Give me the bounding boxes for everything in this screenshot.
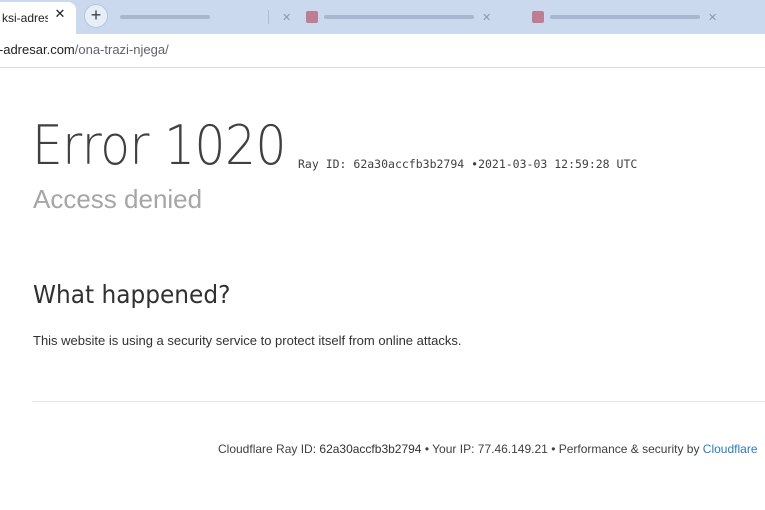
close-icon[interactable]: ✕ bbox=[482, 11, 491, 24]
footer: Cloudflare Ray ID: 62a30accfb3b2794 • Yo… bbox=[218, 442, 758, 456]
browser-window: ksi-adres ✕ + ✕ ✕ ✕ i-adresar.com/ona-tr… bbox=[0, 0, 765, 510]
bullet-separator: • bbox=[551, 442, 556, 456]
access-denied-subtitle: Access denied bbox=[33, 184, 203, 214]
background-tab-title-blurred bbox=[324, 15, 474, 19]
footer-ip: 77.46.149.21 bbox=[477, 442, 548, 456]
background-tab[interactable]: ✕ bbox=[306, 4, 491, 30]
close-icon[interactable]: ✕ bbox=[708, 11, 717, 24]
background-tab[interactable]: ✕ bbox=[532, 4, 717, 30]
background-tab-title-blurred bbox=[550, 15, 700, 19]
section-heading: What happened? bbox=[33, 280, 231, 309]
footer-ip-label: Your IP: bbox=[432, 442, 475, 456]
tab-title: ksi-adres bbox=[2, 11, 48, 25]
footer-ray-id: 62a30accfb3b2794 bbox=[319, 442, 422, 456]
favicon-icon bbox=[306, 11, 318, 23]
timestamp: 2021-03-03 12:59:28 UTC bbox=[478, 157, 638, 171]
footer-performance-label: Performance & security by bbox=[558, 442, 700, 456]
url-text[interactable]: i-adresar.com/ona-trazi-njega/ bbox=[0, 42, 169, 57]
error-code-heading: Error 1020 bbox=[32, 114, 286, 177]
address-bar[interactable]: i-adresar.com/ona-trazi-njega/ bbox=[0, 34, 765, 68]
close-icon[interactable]: ✕ bbox=[52, 6, 68, 22]
tab-separator bbox=[268, 10, 269, 24]
background-tab[interactable]: ✕ bbox=[274, 4, 291, 30]
bullet-separator: • bbox=[424, 442, 430, 456]
url-path: /ona-trazi-njega/ bbox=[74, 42, 169, 57]
ray-id-value: 62a30accfb3b2794 bbox=[353, 157, 465, 171]
tab-strip: ksi-adres ✕ + ✕ ✕ ✕ bbox=[0, 0, 765, 34]
page-content: Error 1020 Ray ID: 62a30accfb3b2794 •202… bbox=[0, 68, 765, 510]
background-tab[interactable] bbox=[120, 4, 210, 30]
background-tab-title-blurred bbox=[120, 15, 210, 19]
plus-icon[interactable]: + bbox=[84, 4, 108, 28]
ray-id-line: Ray ID: 62a30accfb3b2794 •2021-03-03 12:… bbox=[298, 157, 637, 171]
footer-ray-label: Cloudflare Ray ID: bbox=[218, 442, 317, 456]
cloudflare-link[interactable]: Cloudflare bbox=[703, 442, 758, 456]
divider bbox=[32, 401, 765, 402]
ray-id-prefix: Ray ID: bbox=[298, 157, 347, 171]
url-host: i-adresar.com bbox=[0, 42, 75, 57]
close-icon[interactable]: ✕ bbox=[282, 11, 291, 24]
favicon-icon bbox=[532, 11, 544, 23]
description-text: This website is using a security service… bbox=[33, 333, 462, 348]
